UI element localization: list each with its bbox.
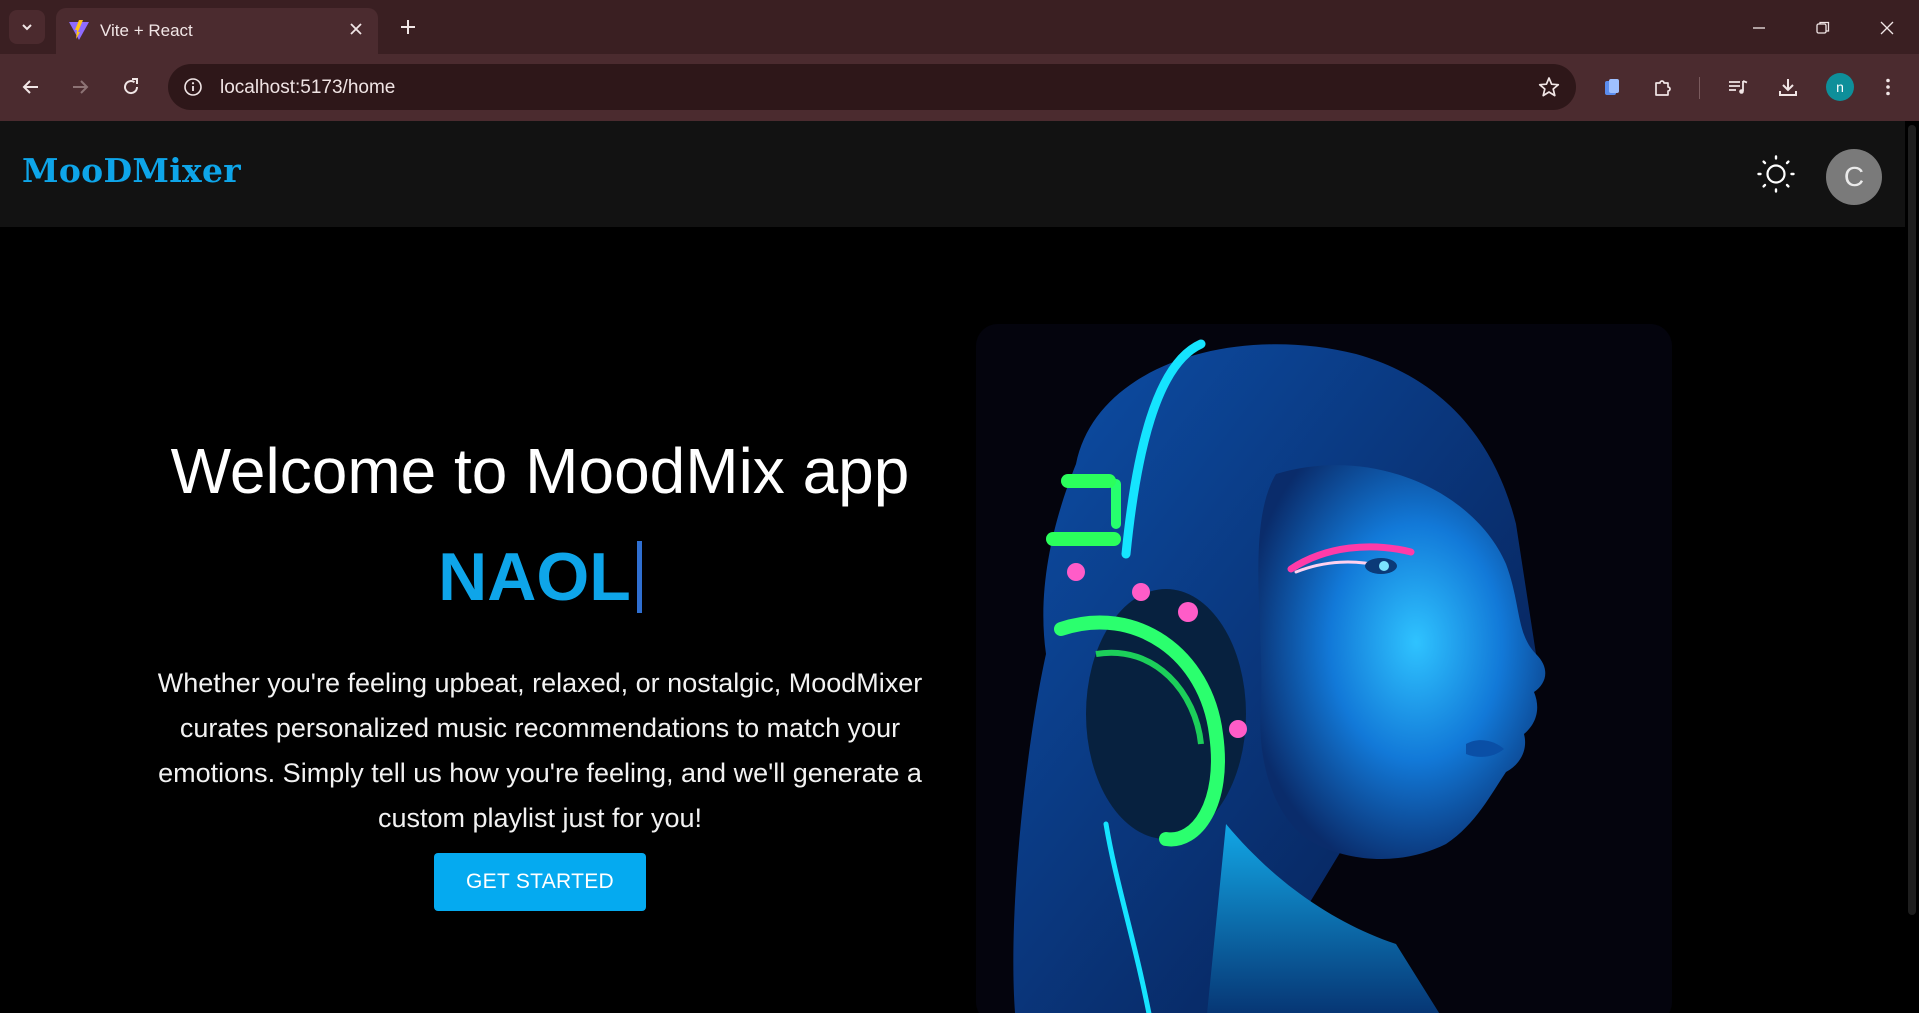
new-tab-button[interactable] xyxy=(393,12,423,42)
plus-icon xyxy=(401,20,415,34)
app-logo[interactable]: MooDMixer xyxy=(22,151,241,190)
address-bar[interactable]: localhost:5173/home xyxy=(168,64,1576,110)
tab-title: Vite + React xyxy=(100,21,193,40)
tab-close-button[interactable] xyxy=(344,17,368,41)
bookmark-star-icon[interactable] xyxy=(1536,74,1562,100)
browser-toolbar: localhost:5173/home n xyxy=(0,54,1919,121)
chevron-down-icon xyxy=(22,24,32,31)
site-info-icon[interactable] xyxy=(180,74,206,100)
url-text: localhost:5173/home xyxy=(220,77,396,98)
arrow-right-icon xyxy=(73,80,89,94)
hero-description: Whether you're feeling upbeat, relaxed, … xyxy=(157,668,923,833)
media-queue-icon[interactable] xyxy=(1722,71,1754,103)
extensions-puzzle-icon[interactable] xyxy=(1647,71,1679,103)
user-avatar[interactable]: C xyxy=(1826,149,1882,205)
app-header: MooDMixer C xyxy=(0,121,1905,227)
close-window-icon xyxy=(1880,21,1894,35)
theme-toggle-button[interactable] xyxy=(1756,154,1796,194)
user-name-text: NAOL xyxy=(438,539,631,615)
extension-clipboard-icon[interactable] xyxy=(1596,71,1628,103)
sun-icon xyxy=(1757,155,1795,193)
browser-menu-icon[interactable] xyxy=(1872,71,1904,103)
reload-icon xyxy=(124,78,139,95)
arrow-left-icon xyxy=(22,80,38,94)
close-window-button[interactable] xyxy=(1864,8,1910,48)
toolbar-separator xyxy=(1699,77,1700,99)
vite-favicon-icon xyxy=(69,20,89,40)
page-viewport: MooDMixer C Welcome to MoodMix app NAOL … xyxy=(0,121,1905,1013)
get-started-button[interactable]: GET STARTED xyxy=(434,853,646,911)
minimize-button[interactable] xyxy=(1736,8,1782,48)
tab-search-button[interactable] xyxy=(9,10,45,44)
scrollbar-thumb[interactable] xyxy=(1908,125,1916,915)
browser-tab-bar: Vite + React xyxy=(0,0,1919,54)
restore-icon xyxy=(1816,21,1830,34)
restore-button[interactable] xyxy=(1800,8,1846,48)
typed-name-row: NAOL xyxy=(140,537,940,617)
close-icon xyxy=(350,23,362,35)
browser-tab[interactable]: Vite + React xyxy=(56,8,378,54)
hero-section: Welcome to MoodMix app NAOL Whether you'… xyxy=(140,439,940,911)
welcome-heading: Welcome to MoodMix app xyxy=(170,435,910,507)
download-icon[interactable] xyxy=(1772,71,1804,103)
minimize-icon xyxy=(1753,27,1765,29)
back-button[interactable] xyxy=(14,70,48,104)
reload-button[interactable] xyxy=(114,70,148,104)
typing-caret xyxy=(636,541,642,613)
forward-button[interactable] xyxy=(63,70,97,104)
page-scrollbar[interactable] xyxy=(1905,121,1919,1013)
hero-headphones-illustration xyxy=(976,324,1672,1013)
browser-profile-avatar[interactable]: n xyxy=(1826,73,1854,101)
